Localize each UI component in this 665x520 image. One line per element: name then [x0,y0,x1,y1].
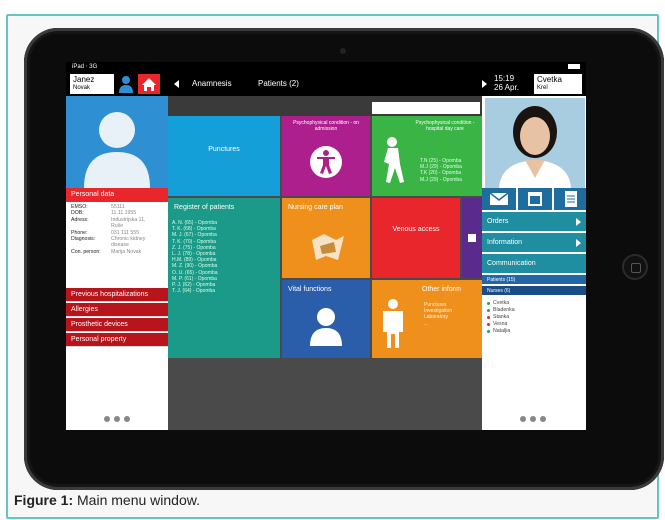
search-bar[interactable] [372,102,480,114]
walking-person-icon [384,137,404,183]
page-indicator[interactable] [104,416,130,422]
nurse-first-name: Cvetka [537,75,562,84]
chevron-right-icon [576,239,581,247]
nurse-name-box[interactable]: Cvetka Krel [534,74,582,94]
other-info-list: Punctures Investigation Laboratory ... [424,302,453,327]
patient-first-name: Janez [73,75,95,84]
list-item[interactable]: Cvetka [487,300,515,307]
tab-nurses-list[interactable]: Nurses (6) [482,286,586,296]
wifi-icon: ‧ [85,64,88,70]
carrier-label: iPad [72,64,85,70]
top-bar: Janez Novak Anamnesis Patients (2) 15:19… [66,72,586,96]
nurse-photo [485,98,585,188]
page-indicator[interactable] [520,416,546,422]
menu-information-label: Information [487,239,523,246]
tile-psych-admission[interactable]: Psychophysical condition - on admission [282,116,370,196]
tile-vital-functions-label: Vital functions [288,286,332,293]
tile-psych-hospital[interactable]: Psychophysical condition - hospital day … [372,116,482,196]
main-tile-grid: Punctures Psychophysical condition - on … [168,96,482,430]
network-label: 3G [89,64,98,70]
doctor-icon [383,299,403,348]
nav-back-arrow-icon[interactable] [174,80,179,88]
menu-orders-label: Orders [487,218,509,225]
list-item[interactable]: Bladenka [487,307,515,314]
tile-nursing-care-plan-label: Nursing care plan [288,204,343,211]
caption-label: Figure 1: [14,492,74,508]
camera-icon [340,48,346,54]
tile-purple-edge[interactable] [462,198,482,278]
patient-panel: Personal data EMSO: 55111 DOB: 11.11.1955 … [66,96,168,430]
app-screen: iPad ‧ 3G Janez Novak Anamnesis Patients… [66,62,586,430]
tile-psych-admission-label: Psychophysical condition - on admission [293,120,359,132]
psych-hospital-list: T.N (25) - Opomba M.J (29) - Opomba T.K … [420,158,462,183]
list-item[interactable]: Vesna [487,321,515,328]
tile-punctures[interactable]: Punctures [168,116,280,196]
tab-anamnesis[interactable]: Anamnesis [192,79,232,88]
nurse-last-name: Krel [537,85,548,91]
tile-nursing-care-plan[interactable]: Nursing care plan [282,198,370,278]
person-icon[interactable] [118,75,134,93]
tile-register-label: Register of patients [174,204,235,211]
person-bust-icon [310,308,342,346]
nurse-portrait [485,98,585,188]
menu-communication[interactable]: Communication [482,254,586,274]
menu-personal-property[interactable]: Personal property [66,333,168,347]
nurse-action-row [482,188,586,210]
menu-allergies[interactable]: Allergies [66,303,168,317]
list-item[interactable]: Stanka [487,314,515,321]
tile-venous-access-label: Venous access [392,226,440,233]
tablet-home-button[interactable] [622,254,648,280]
mail-icon[interactable] [482,188,518,210]
personal-data-list: EMSO: 55111 DOB: 11.11.1955 Adress: Industr… [66,204,168,286]
tile-register-of-patients[interactable]: Register of patients A. N. (65) - Opomba… [168,198,280,358]
clock-date: 26 Apr. [494,83,519,92]
tile-venous-access[interactable]: Venous access [372,198,460,278]
document-icon[interactable] [554,188,586,210]
tile-punctures-label: Punctures [208,146,240,153]
nurse-panel: Orders Information Communication Patient… [482,96,586,430]
clock: 15:19 26 Apr. [494,74,519,92]
tab-patients[interactable]: Patients (2) [258,79,299,88]
chevron-right-icon [576,218,581,226]
register-list: A. N. (65) - Opomba T. K. (68) - Opomba … [172,220,218,295]
clock-time: 15:19 [494,74,515,83]
tile-vital-functions[interactable]: Vital functions [282,280,370,358]
personal-data-header[interactable]: Personal data [66,188,168,202]
patient-last-name: Novak [73,85,91,91]
list-item[interactable]: Nataljia [487,328,515,335]
menu-communication-label: Communication [487,260,536,267]
avatar-person-icon [84,112,150,188]
menu-information[interactable]: Information [482,233,586,253]
calendar-icon[interactable] [518,188,554,210]
menu-previous-hospitalizations[interactable]: Previous hospitalizations [66,288,168,302]
nav-forward-arrow-icon[interactable] [482,80,487,88]
tile-other-info-label: Other inform [422,286,461,293]
tile-other-information[interactable]: Other inform Punctures Investigation Lab… [372,280,482,358]
patient-name-box[interactable]: Janez Novak [70,74,114,94]
caption-text: Main menu window. [73,492,200,508]
battery-icon [568,64,580,69]
home-icon[interactable] [138,74,160,94]
figure-caption: Figure 1: Main menu window. [14,492,200,508]
status-bar: iPad ‧ 3G [66,62,586,72]
nurse-list: Cvetka Bladenka Stanka Vesna Nataljia [487,300,515,335]
menu-prosthetic-devices[interactable]: Prosthetic devices [66,318,168,332]
tab-patients-list[interactable]: Patients (15) [482,275,586,285]
patient-avatar [66,96,168,188]
menu-orders[interactable]: Orders [482,212,586,232]
map-icon [312,234,344,260]
tile-psych-hospital-label: Psychophysical condition - hospital day … [415,120,475,132]
accessibility-icon [310,146,342,178]
personal-data-row: Con. person: Marija Novak [71,248,142,255]
